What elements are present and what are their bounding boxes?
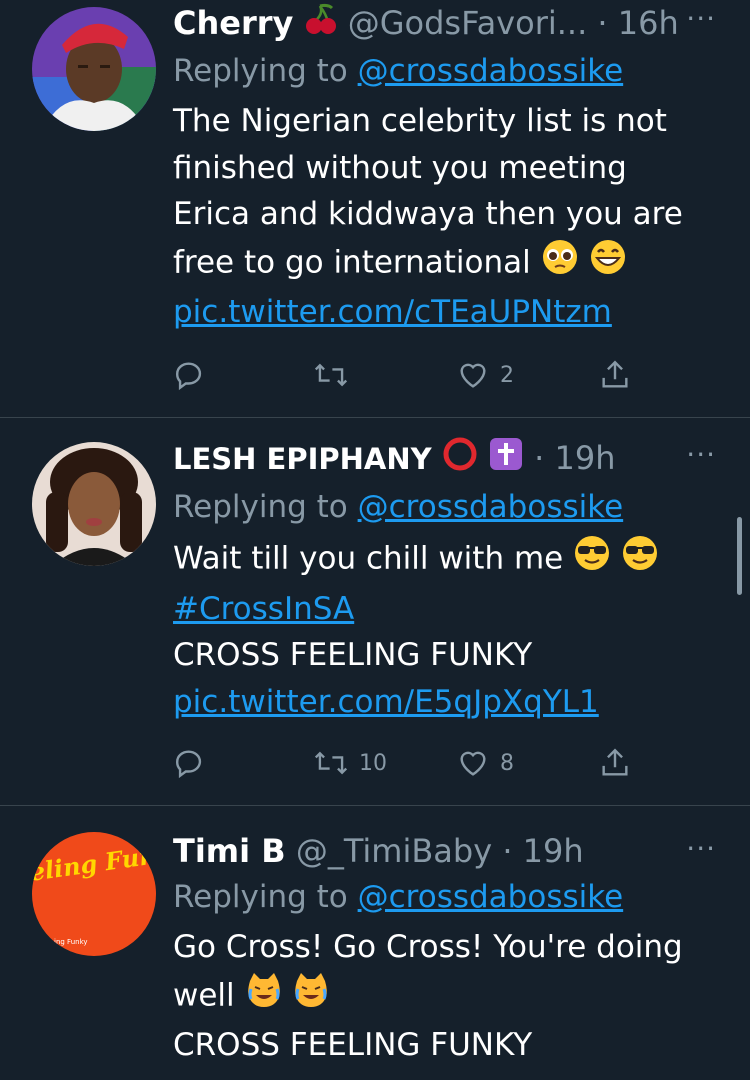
media-link[interactable]: pic.twitter.com/E5qJpXqYL1: [173, 684, 599, 720]
tweet-text-line: Erica and kiddwaya then you are: [173, 196, 683, 232]
pleading-face-emoji: [541, 238, 579, 290]
more-icon[interactable]: ···: [686, 832, 716, 865]
hashtag-link[interactable]: #CrossInSA: [173, 591, 354, 627]
retweet-button[interactable]: [313, 355, 349, 395]
tweet-text-line: CROSS FEELING FUNKY: [173, 1027, 533, 1063]
crying-laughing-cat-emoji: [292, 971, 330, 1023]
retweet-button[interactable]: 10: [313, 743, 387, 783]
replying-to-label: Replying to: [173, 879, 358, 915]
like-icon: [456, 746, 490, 780]
reply-icon: [173, 746, 207, 780]
sunglasses-emoji: [621, 534, 659, 586]
tweet-header: Timi B @_TimiBaby · 19h: [173, 828, 722, 874]
tweet-text-line: The Nigerian celebrity list is not: [173, 103, 667, 139]
replying-to-label: Replying to: [173, 489, 358, 525]
display-name[interactable]: Cherry: [173, 4, 293, 42]
tweet-text: Wait till you chill with me #CrossInSA C…: [173, 534, 722, 725]
display-name[interactable]: LESH EPIPHANY: [173, 442, 432, 476]
reply-button[interactable]: [173, 743, 207, 783]
display-name[interactable]: Timi B: [173, 832, 286, 870]
avatar-lesh[interactable]: [32, 442, 156, 566]
like-button[interactable]: 8: [456, 743, 514, 783]
like-icon: [456, 358, 490, 392]
share-icon: [598, 746, 632, 780]
mention-link[interactable]: @crossdabossike: [358, 53, 624, 89]
tweet-time[interactable]: · 19h: [502, 832, 583, 870]
tweet-text-line: Wait till you chill with me: [173, 540, 564, 577]
tweet-timi[interactable]: Feeling Funky ing Funky Timi B @_TimiBab…: [0, 806, 750, 1080]
replying-to: Replying to @crossdabossike: [173, 484, 722, 530]
share-icon: [598, 358, 632, 392]
tweet-text-line: finished without you meeting: [173, 149, 627, 186]
tweet-text: Go Cross! Go Cross! You're doing well CR…: [173, 924, 722, 1069]
share-button[interactable]: [598, 355, 632, 395]
like-count: 2: [500, 362, 514, 388]
tweet-header: Cherry @GodsFavori... · 16h: [173, 0, 722, 48]
reply-button[interactable]: [173, 355, 207, 395]
avatar-cherry[interactable]: [32, 7, 156, 131]
tweet-time[interactable]: · 16h: [597, 4, 678, 42]
retweet-count: 10: [359, 750, 387, 776]
mention-link[interactable]: @crossdabossike: [358, 489, 624, 525]
tweet-text: The Nigerian celebrity list is not finis…: [173, 98, 722, 336]
tweet-lesh[interactable]: LESH EPIPHANY · 19h Replying to @crossda…: [0, 418, 750, 806]
sunglasses-emoji: [573, 534, 611, 586]
tweet-time[interactable]: · 19h: [534, 439, 615, 477]
mention-link[interactable]: @crossdabossike: [358, 879, 624, 915]
tweet-actions: 10 8: [173, 743, 643, 783]
replying-to-label: Replying to: [173, 53, 358, 89]
replying-to: Replying to @crossdabossike: [173, 874, 722, 920]
user-handle[interactable]: @_TimiBaby: [296, 832, 492, 870]
more-icon[interactable]: ···: [686, 438, 716, 471]
reply-icon: [173, 358, 207, 392]
latin-cross-emoji: [488, 436, 524, 484]
cherry-emoji: [304, 2, 338, 48]
like-button[interactable]: 2: [456, 355, 514, 395]
scrollbar[interactable]: [737, 517, 742, 595]
share-button[interactable]: [598, 743, 632, 783]
tweet-cherry[interactable]: Cherry @GodsFavori... · 16h Replying to …: [0, 0, 750, 418]
tweet-text-line: well: [173, 976, 235, 1013]
retweet-icon: [313, 746, 349, 780]
grinning-face-emoji: [589, 238, 627, 290]
like-count: 8: [500, 750, 514, 776]
media-link[interactable]: pic.twitter.com/cTEaUPNtzm: [173, 294, 612, 330]
more-icon[interactable]: ···: [686, 2, 716, 35]
tweet-header: LESH EPIPHANY · 19h: [173, 435, 722, 484]
avatar-small-text: ing Funky: [54, 938, 88, 946]
tweet-actions: 2: [173, 355, 643, 395]
user-handle[interactable]: @GodsFavori...: [348, 4, 588, 42]
tweet-text-line: free to go international: [173, 243, 531, 280]
tweet-feed: Cherry @GodsFavori... · 16h Replying to …: [0, 0, 750, 1080]
replying-to: Replying to @crossdabossike: [173, 48, 722, 94]
tweet-text-line: CROSS FEELING FUNKY: [173, 637, 533, 673]
retweet-icon: [313, 358, 349, 392]
avatar-timi[interactable]: Feeling Funky ing Funky: [32, 832, 156, 956]
tweet-text-line: Go Cross! Go Cross! You're doing: [173, 929, 683, 965]
red-circle-emoji: [442, 436, 478, 484]
crying-laughing-cat-emoji: [245, 971, 283, 1023]
